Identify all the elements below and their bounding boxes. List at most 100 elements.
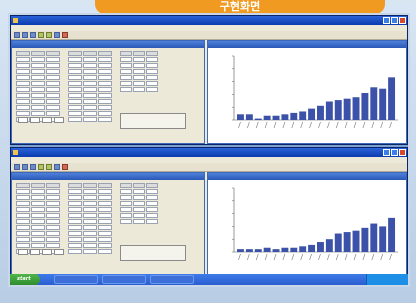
grid-cell[interactable] bbox=[46, 189, 60, 194]
grid-cell[interactable] bbox=[68, 99, 82, 104]
grid-cell[interactable] bbox=[16, 57, 30, 62]
grid-cell[interactable] bbox=[46, 57, 60, 62]
save-icon[interactable] bbox=[30, 164, 36, 170]
open-icon[interactable] bbox=[22, 32, 28, 38]
grid-cell[interactable] bbox=[68, 225, 82, 230]
grid-cell[interactable] bbox=[16, 69, 30, 74]
grid-cell[interactable] bbox=[98, 249, 112, 254]
grid-cell[interactable] bbox=[146, 69, 158, 74]
grid-cell[interactable] bbox=[16, 93, 30, 98]
grid-cell[interactable] bbox=[16, 195, 30, 200]
grid-cell[interactable] bbox=[83, 183, 97, 188]
grid-cell[interactable] bbox=[146, 201, 158, 206]
data-grid-2[interactable] bbox=[68, 183, 112, 254]
grid-cell[interactable] bbox=[120, 51, 132, 56]
grid-cell[interactable] bbox=[16, 201, 30, 206]
grid-cell[interactable] bbox=[31, 57, 45, 62]
grid-cell[interactable] bbox=[133, 51, 145, 56]
new-icon[interactable] bbox=[14, 164, 20, 170]
grid-cell[interactable] bbox=[68, 249, 82, 254]
grid-cell[interactable] bbox=[16, 183, 30, 188]
grid-cell[interactable] bbox=[133, 219, 145, 224]
grid-cell[interactable] bbox=[16, 189, 30, 194]
grid-cell[interactable] bbox=[16, 231, 30, 236]
grid-cell[interactable] bbox=[46, 231, 60, 236]
data-grid-1[interactable] bbox=[16, 183, 60, 254]
chart-icon[interactable] bbox=[38, 164, 44, 170]
grid-cell[interactable] bbox=[68, 111, 82, 116]
grid-cell[interactable] bbox=[68, 75, 82, 80]
grid-cell[interactable] bbox=[46, 111, 60, 116]
grid-cell[interactable] bbox=[120, 219, 132, 224]
grid-cell[interactable] bbox=[68, 195, 82, 200]
data-grid-3[interactable] bbox=[120, 183, 158, 224]
grid-cell[interactable] bbox=[46, 105, 60, 110]
grid-cell[interactable] bbox=[83, 51, 97, 56]
grid-cell[interactable] bbox=[98, 117, 112, 122]
grid-cell[interactable] bbox=[133, 189, 145, 194]
grid-cell[interactable] bbox=[146, 195, 158, 200]
grid-cell[interactable] bbox=[98, 51, 112, 56]
grid-cell[interactable] bbox=[31, 99, 45, 104]
stop-icon[interactable] bbox=[62, 164, 68, 170]
grid-cell[interactable] bbox=[31, 93, 45, 98]
grid-cell[interactable] bbox=[146, 63, 158, 68]
grid-cell[interactable] bbox=[68, 243, 82, 248]
grid-cell[interactable] bbox=[98, 57, 112, 62]
grid-cell[interactable] bbox=[98, 231, 112, 236]
grid-cell[interactable] bbox=[120, 81, 132, 86]
grid-cell[interactable] bbox=[98, 189, 112, 194]
grid-cell[interactable] bbox=[16, 219, 30, 224]
grid-cell[interactable] bbox=[133, 69, 145, 74]
status-fields[interactable] bbox=[18, 117, 64, 123]
grid-cell[interactable] bbox=[120, 75, 132, 80]
table-icon[interactable] bbox=[46, 164, 52, 170]
grid-cell[interactable] bbox=[68, 201, 82, 206]
grid-cell[interactable] bbox=[98, 99, 112, 104]
minimize-button[interactable] bbox=[383, 17, 390, 24]
grid-cell[interactable] bbox=[83, 231, 97, 236]
grid-cell[interactable] bbox=[46, 93, 60, 98]
grid-cell[interactable] bbox=[46, 75, 60, 80]
taskbar-item[interactable] bbox=[150, 275, 194, 284]
grid-cell[interactable] bbox=[146, 87, 158, 92]
data-grid-1[interactable] bbox=[16, 51, 60, 122]
grid-cell[interactable] bbox=[46, 195, 60, 200]
grid-cell[interactable] bbox=[31, 75, 45, 80]
grid-cell[interactable] bbox=[98, 243, 112, 248]
data-grid-2[interactable] bbox=[68, 51, 112, 122]
grid-cell[interactable] bbox=[31, 69, 45, 74]
options-box[interactable] bbox=[120, 113, 186, 129]
grid-cell[interactable] bbox=[98, 207, 112, 212]
grid-cell[interactable] bbox=[31, 183, 45, 188]
status-fields[interactable] bbox=[18, 249, 64, 255]
grid-cell[interactable] bbox=[31, 225, 45, 230]
close-button[interactable] bbox=[399, 17, 406, 24]
grid-cell[interactable] bbox=[83, 75, 97, 80]
grid-cell[interactable] bbox=[146, 207, 158, 212]
grid-cell[interactable] bbox=[46, 81, 60, 86]
grid-cell[interactable] bbox=[83, 225, 97, 230]
options-box[interactable] bbox=[120, 245, 186, 261]
grid-cell[interactable] bbox=[31, 87, 45, 92]
grid-cell[interactable] bbox=[46, 225, 60, 230]
close-button[interactable] bbox=[399, 149, 406, 156]
grid-cell[interactable] bbox=[16, 243, 30, 248]
grid-cell[interactable] bbox=[98, 81, 112, 86]
grid-cell[interactable] bbox=[98, 237, 112, 242]
table-icon[interactable] bbox=[46, 32, 52, 38]
grid-cell[interactable] bbox=[16, 111, 30, 116]
grid-cell[interactable] bbox=[68, 219, 82, 224]
grid-cell[interactable] bbox=[68, 51, 82, 56]
grid-cell[interactable] bbox=[98, 195, 112, 200]
grid-cell[interactable] bbox=[83, 195, 97, 200]
grid-cell[interactable] bbox=[46, 207, 60, 212]
grid-cell[interactable] bbox=[146, 219, 158, 224]
grid-cell[interactable] bbox=[83, 189, 97, 194]
grid-cell[interactable] bbox=[68, 87, 82, 92]
grid-cell[interactable] bbox=[98, 225, 112, 230]
grid-cell[interactable] bbox=[16, 105, 30, 110]
maximize-button[interactable] bbox=[391, 17, 398, 24]
grid-cell[interactable] bbox=[68, 183, 82, 188]
grid-cell[interactable] bbox=[46, 51, 60, 56]
